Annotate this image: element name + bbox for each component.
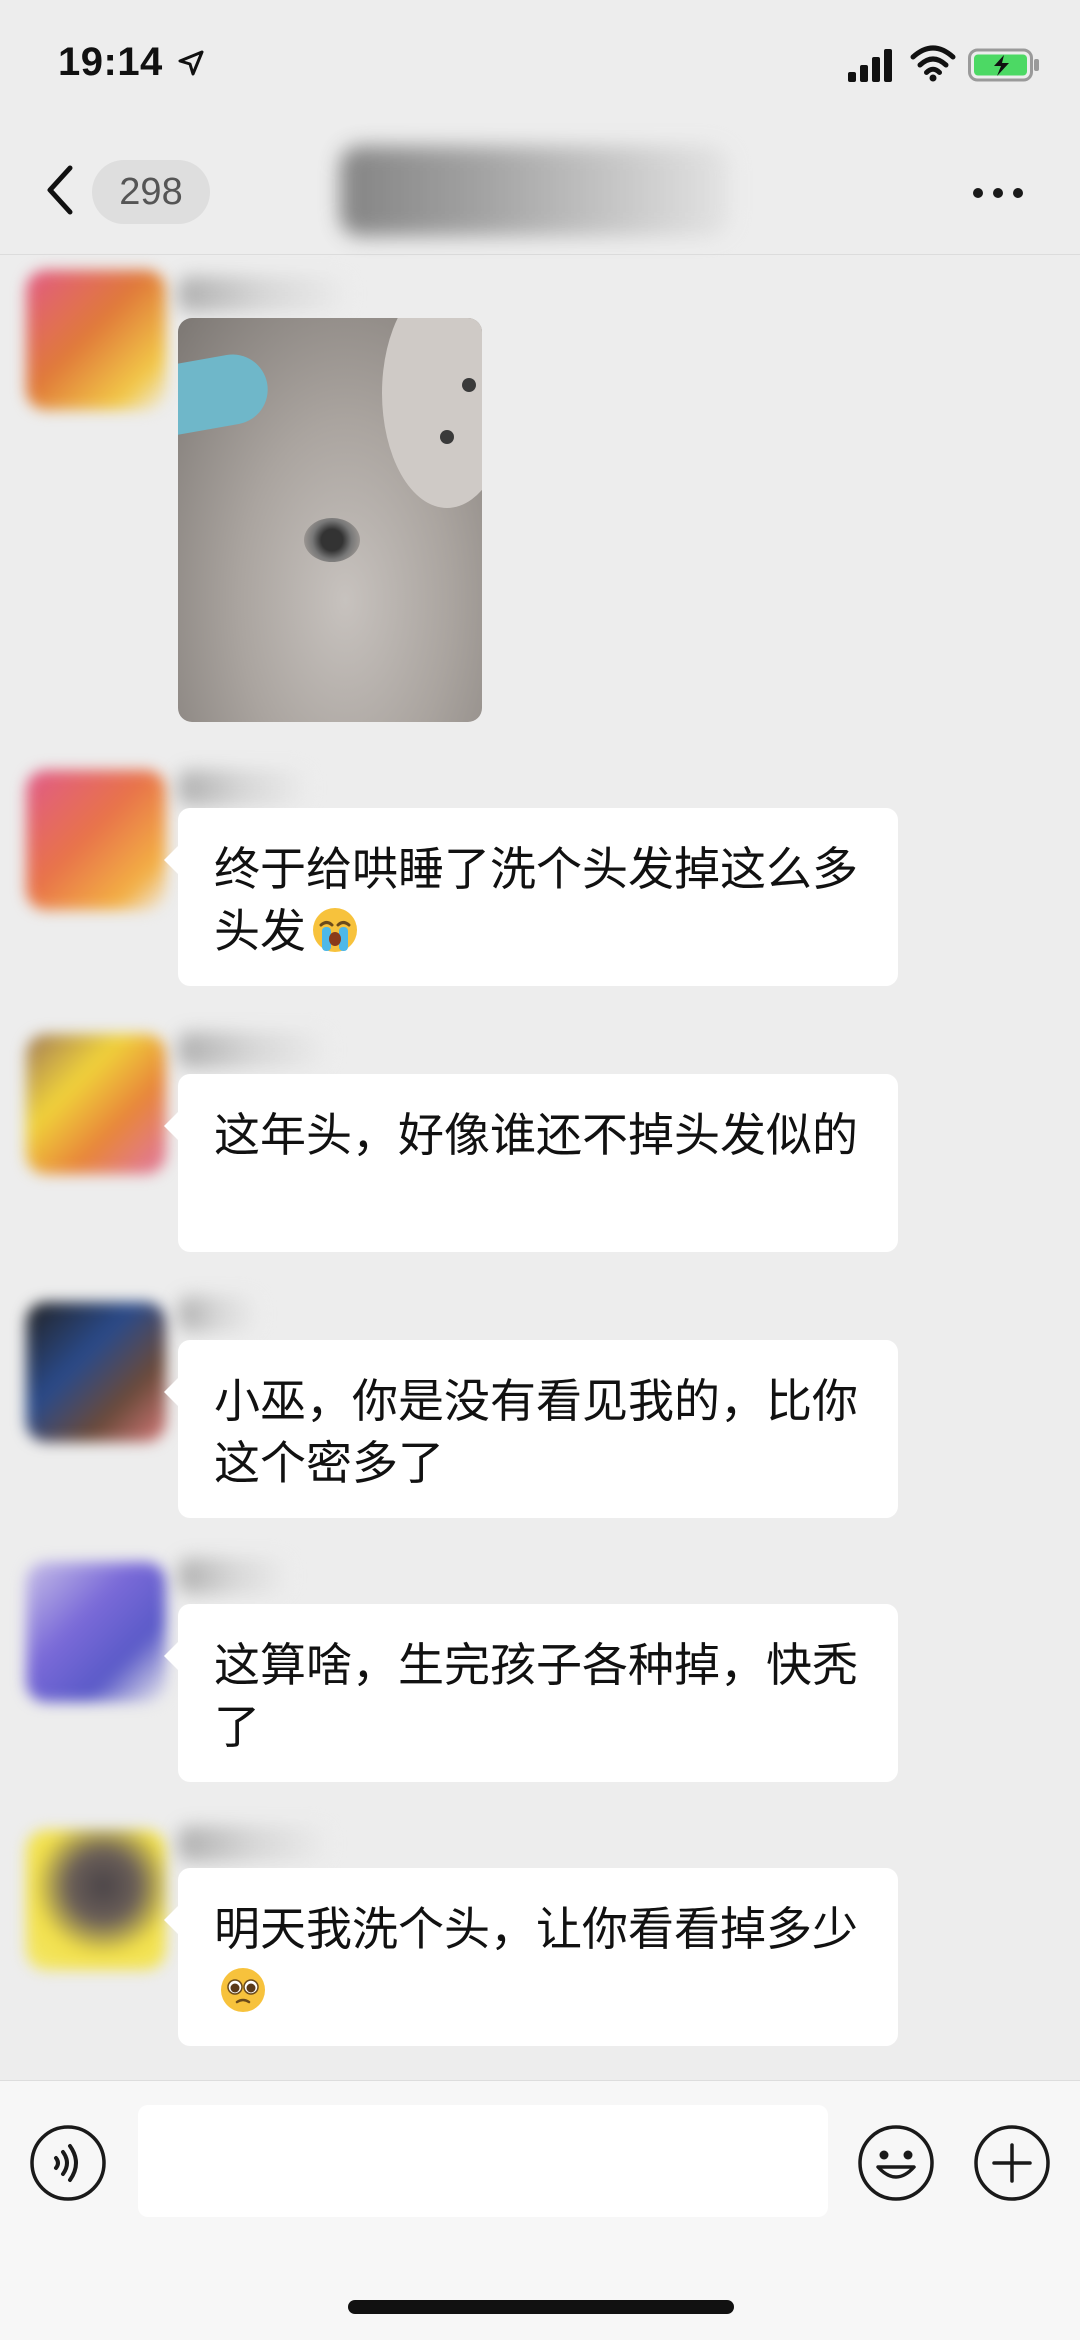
location-arrow-icon [178,50,204,76]
message-bubble[interactable]: 这算啥，生完孩子各种掉，快秃了 [164,1604,898,1782]
message-bubble[interactable]: 终于给哄睡了洗个头发掉这么多头发 [164,808,898,986]
chevron-left-icon[interactable] [40,160,80,220]
message-text: 这算啥，生完孩子各种掉，快秃了 [214,1638,858,1754]
sender-name-redacted [178,770,308,806]
avatar[interactable] [26,1830,166,1970]
sender-name-redacted [178,1558,288,1594]
message-input[interactable] [138,2105,828,2217]
chat-title-redacted [340,146,730,236]
sender-name-redacted [178,1032,328,1068]
voice-icon[interactable] [28,2123,108,2203]
wifi-icon [910,45,956,82]
sender-name-redacted [178,276,348,312]
home-indicator[interactable] [348,2300,734,2314]
message-text: 小巫，你是没有看见我的，比你这个密多了 [214,1374,858,1490]
chat-header: 298 [0,130,1080,255]
battery-charging-icon [968,48,1039,82]
status-time: 19:14 [58,40,163,84]
message-text: 终于给哄睡了洗个头发掉这么多头发 [0,756,1080,996]
avatar[interactable] [26,1562,166,1702]
message-photo[interactable] [178,318,482,722]
message-text: 小巫，你是没有看见我的，比你这个密多了 [0,1284,1080,1524]
plus-icon[interactable] [972,2123,1052,2203]
loudly-crying-face-icon [313,908,357,952]
avatar[interactable] [26,770,166,910]
message-bubble[interactable]: 小巫，你是没有看见我的，比你这个密多了 [164,1340,898,1518]
message-text: 明天我洗个头，让你看看掉多少 [214,1902,858,1956]
message-text: 明天我洗个头，让你看看掉多少 [0,1814,1080,2054]
message-bubble[interactable]: 这年头，好像谁还不掉头发似的 [164,1074,898,1252]
avatar[interactable] [26,270,166,410]
sender-name-redacted [178,1826,328,1862]
message-bubble[interactable]: 明天我洗个头，让你看看掉多少 [164,1868,898,2046]
cellular-signal-icon [848,49,892,82]
message-text: 这年头，好像谁还不掉头发似的 [0,1020,1080,1260]
message-image [0,254,1080,734]
sender-name-redacted [178,1296,258,1332]
avatar[interactable] [26,1034,166,1174]
unread-count-badge[interactable]: 298 [92,160,210,224]
message-text: 这年头，好像谁还不掉头发似的 [214,1108,858,1162]
emoji-icon[interactable] [856,2123,936,2203]
pleading-face-icon [221,1968,265,2012]
more-dots-icon[interactable] [968,174,1028,210]
status-bar: 19:14 [0,0,1080,130]
message-text: 这算啥，生完孩子各种掉，快秃了 [0,1548,1080,1788]
avatar[interactable] [26,1302,166,1442]
